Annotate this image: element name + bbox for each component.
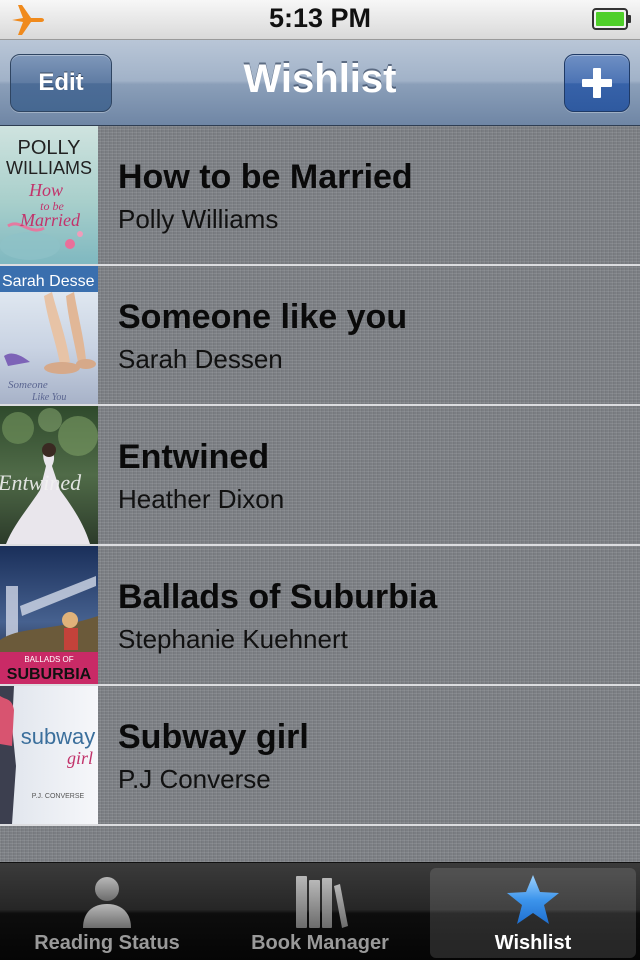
book-cover-image: Entwined: [0, 406, 98, 544]
list-item[interactable]: BALLADS OF SUBURBIA Ballads of Suburbia …: [0, 546, 640, 686]
book-author: P.J Converse: [118, 764, 271, 794]
list-item[interactable]: Sarah Desse Someone Like You Someone lik…: [0, 266, 640, 406]
book-title: Entwined: [118, 438, 270, 476]
book-author: Polly Williams: [118, 204, 279, 234]
person-icon: [83, 877, 131, 928]
plus-icon: [582, 68, 612, 98]
cover-text: SUBURBIA: [7, 666, 92, 683]
tab-label: Reading Status: [34, 932, 180, 954]
book-title: Subway girl: [118, 718, 309, 756]
book-cover-image: Sarah Desse Someone Like You: [0, 266, 98, 404]
tab-wishlist[interactable]: Wishlist: [430, 868, 636, 958]
cover-text: WILLIAMS: [6, 158, 92, 178]
status-bar: 5:13 PM: [0, 0, 640, 40]
cover-text: POLLY: [18, 137, 81, 159]
cover-text: Married: [19, 210, 81, 230]
book-cover-image: POLLY WILLIAMS How to be Married: [0, 126, 98, 264]
book-author: Sarah Dessen: [118, 344, 283, 374]
wishlist-list: POLLY WILLIAMS How to be Married How to …: [0, 126, 640, 862]
navigation-bar: Edit Wishlist: [0, 40, 640, 126]
cover-text: P.J. CONVERSE: [32, 793, 85, 800]
add-book-button[interactable]: [564, 54, 630, 112]
list-item[interactable]: Entwined Entwined Heather Dixon: [0, 406, 640, 546]
book-cover-image: subway girl P.J. CONVERSE: [0, 686, 98, 824]
star-icon: [507, 875, 559, 924]
tab-reading-status[interactable]: Reading Status: [4, 868, 210, 958]
cover-text: Someone: [8, 379, 48, 391]
cover-text: girl: [67, 748, 93, 768]
cover-text: BALLADS OF: [24, 655, 73, 664]
tab-label: Book Manager: [251, 932, 389, 954]
list-item[interactable]: POLLY WILLIAMS How to be Married How to …: [0, 126, 640, 266]
status-time: 5:13 PM: [268, 3, 372, 33]
book-title: How to be Married: [118, 158, 413, 196]
list-item[interactable]: subway girl P.J. CONVERSE Subway girl P.…: [0, 686, 640, 826]
cover-text: How: [28, 180, 63, 200]
battery-icon: [592, 8, 631, 30]
tab-label: Wishlist: [494, 932, 572, 954]
book-title: Someone like you: [118, 298, 408, 336]
tab-book-manager[interactable]: Book Manager: [217, 868, 423, 958]
cover-text: Like You: [31, 392, 66, 403]
cover-text: Entwined: [0, 470, 82, 495]
book-cover-image: BALLADS OF SUBURBIA: [0, 546, 98, 684]
book-title: Ballads of Suburbia: [118, 578, 438, 616]
book-author: Stephanie Kuehnert: [118, 624, 348, 654]
books-icon: [296, 876, 348, 928]
book-author: Heather Dixon: [118, 484, 285, 514]
cover-text: Sarah Desse: [2, 273, 95, 290]
tab-bar: Reading Status Book Manager Wishlist: [0, 862, 640, 960]
page-title: Wishlist: [243, 57, 397, 101]
cover-text: subway: [21, 724, 96, 749]
